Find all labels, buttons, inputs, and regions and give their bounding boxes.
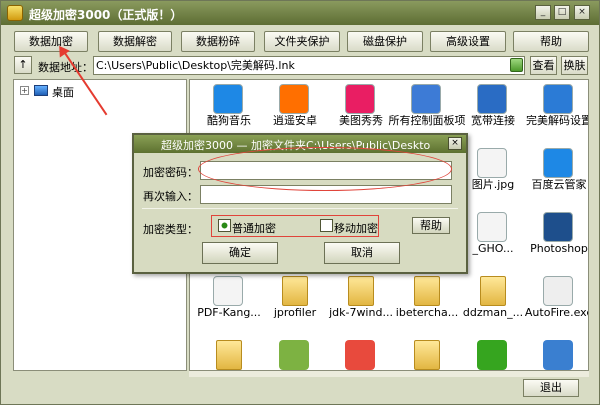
office-icon [345, 340, 375, 370]
desktop-file-item[interactable]: 百度云管家 [524, 146, 588, 208]
help-button[interactable]: 帮助 [513, 31, 589, 52]
desktop-file-item[interactable] [326, 338, 396, 370]
encrypt-folder-dialog: 超级加密3000 — 加密文件夹C:\Users\Public\Desktop\… [132, 133, 468, 274]
title-bar: 超级加密3000（正式版！） _ □ × [1, 1, 599, 25]
desktop-file-item[interactable]: jdk-7wind... [326, 274, 396, 336]
maximize-button[interactable]: □ [554, 5, 570, 20]
confirm-password-label: 再次输入： [143, 190, 198, 203]
tree-item-desktop[interactable]: 桌面 [52, 84, 74, 100]
dialog-help-button[interactable]: 帮助 [412, 217, 450, 234]
minimize-button[interactable]: _ [535, 5, 551, 20]
desktop-file-item[interactable] [260, 338, 330, 370]
desktop-file-item[interactable] [392, 338, 462, 370]
close-button[interactable]: × [574, 5, 590, 20]
folder-icon [348, 276, 374, 306]
disk-protect-button[interactable]: 磁盘保护 [347, 31, 423, 52]
photoshop-icon [543, 212, 573, 242]
app-lock-icon [7, 5, 23, 21]
cancel-button[interactable]: 取消 [324, 242, 400, 264]
baidu-cloud-icon [543, 148, 573, 178]
monitor-icon [543, 340, 573, 370]
desktop-file-item[interactable] [524, 338, 588, 370]
encrypt-type-label: 加密类型： [143, 223, 198, 236]
desktop-file-item[interactable] [458, 338, 528, 370]
view-button[interactable]: 查看 [530, 56, 557, 75]
pdf-file-icon [213, 276, 243, 306]
kugou-icon [213, 84, 243, 114]
archive-icon [279, 340, 309, 370]
decrypt-data-button[interactable]: 数据解密 [98, 31, 172, 52]
skin-button[interactable]: 换肤 [561, 56, 588, 75]
desktop-file-item[interactable]: AutoFire.exe [524, 274, 588, 336]
desktop-file-item[interactable]: PDF-Kang... [194, 274, 264, 336]
exit-button[interactable]: 退出 [523, 379, 579, 397]
desktop-monitor-icon [34, 85, 48, 96]
main-window: 超级加密3000（正式版！） _ □ × 数据加密 数据解密 数据粉碎 文件夹保… [0, 0, 600, 405]
desktop-file-item[interactable] [194, 338, 264, 370]
desktop-file-item[interactable]: jprofiler [260, 274, 330, 336]
desktop-file-item[interactable]: 完美解码设置 [524, 82, 588, 144]
dialog-close-button[interactable]: × [448, 137, 462, 150]
advanced-settings-button[interactable]: 高级设置 [430, 31, 506, 52]
add-icon [477, 340, 507, 370]
desktop-file-item[interactable]: 图片.jpg [458, 146, 528, 208]
folder-icon [414, 340, 440, 370]
up-arrow-icon[interactable]: ↑ [14, 56, 32, 74]
folder-icon [216, 340, 242, 370]
file-label: AutoFire.exe [524, 307, 589, 319]
desktop-file-item[interactable]: 宽带连接 [458, 82, 528, 144]
address-input[interactable]: C:\Users\Public\Desktop\完美解码.lnk [93, 56, 525, 75]
file-label: 百度云管家 [531, 179, 587, 191]
dialog-divider [142, 208, 458, 209]
address-label: 数据地址： [38, 61, 93, 74]
gho-file-icon [477, 212, 507, 242]
window-title: 超级加密3000（正式版！） [29, 8, 183, 22]
autofire-icon [543, 276, 573, 306]
shred-data-button[interactable]: 数据粉碎 [181, 31, 255, 52]
xiaoyao-icon [279, 84, 309, 114]
password-label: 加密密码： [143, 166, 198, 179]
meitu-icon [345, 84, 375, 114]
highlight-ellipse-password [198, 147, 452, 191]
horizontal-scrollbar[interactable] [189, 371, 589, 377]
tree-expand-icon[interactable]: + [20, 86, 29, 95]
encrypt-data-button[interactable]: 数据加密 [14, 31, 88, 52]
file-label: Photoshop [530, 243, 588, 255]
file-label: 完美解码设置 [526, 115, 589, 127]
settings-gear-icon [543, 84, 573, 114]
desktop-file-item[interactable]: _GHO... [458, 210, 528, 272]
folder-protect-button[interactable]: 文件夹保护 [264, 31, 340, 52]
folder-icon [282, 276, 308, 306]
image-file-icon [477, 148, 507, 178]
desktop-file-item[interactable]: ibetercha... [392, 274, 462, 336]
ok-button[interactable]: 确定 [202, 242, 278, 264]
desktop-file-item[interactable]: Photoshop [524, 210, 588, 272]
desktop-file-item[interactable]: ddzman_... [458, 274, 528, 336]
folder-icon [414, 276, 440, 306]
highlight-rect-type [211, 215, 379, 237]
broadband-icon [477, 84, 507, 114]
folder-icon [480, 276, 506, 306]
go-indicator-icon[interactable] [510, 58, 523, 72]
control-panel-icon [411, 84, 441, 114]
